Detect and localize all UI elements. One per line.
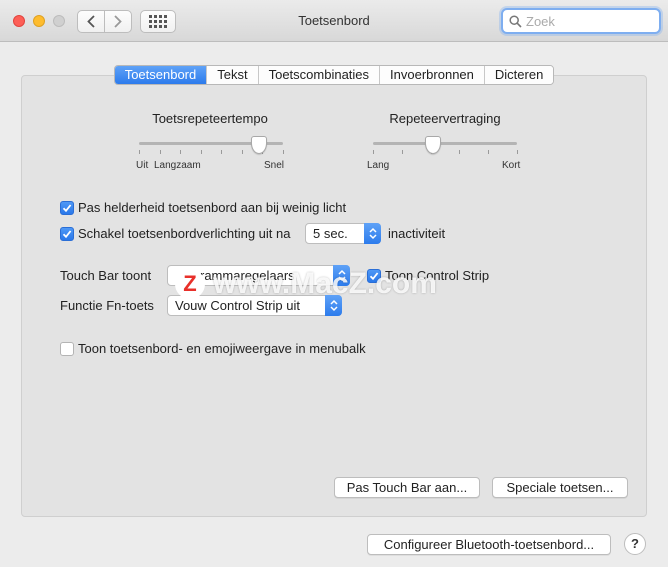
tab-invoerbronnen[interactable]: Invoerbronnen [379, 66, 484, 84]
brightness-checkbox[interactable] [60, 201, 74, 215]
touchbar-label: Touch Bar toont [60, 268, 152, 283]
repeat-delay-label-short: Kort [502, 160, 521, 171]
key-repeat-slider-thumb[interactable] [250, 136, 267, 154]
slider-tick [139, 150, 140, 154]
repeat-delay-label-long: Lang [367, 160, 390, 171]
slider-tick [283, 150, 284, 154]
slider-tick [200, 150, 202, 154]
backlight-label: Schakel toetsenbordverlichting uit na [78, 226, 291, 241]
watermark-logo-icon: Z [175, 269, 205, 299]
backlight-timeout-value: 5 sec. [313, 226, 348, 241]
slider-tick [401, 150, 403, 154]
slider-tick [180, 150, 182, 154]
tab-tekst[interactable]: Tekst [206, 66, 258, 84]
watermark: Z www.MacZ.com [175, 267, 437, 301]
customize-touchbar-button[interactable]: Pas Touch Bar aan... [334, 477, 480, 498]
key-repeat-label-slow: Langzaam [154, 160, 201, 171]
key-repeat-title: Toetsrepeteertempo [152, 111, 268, 126]
search-placeholder: Zoek [526, 13, 555, 29]
help-button[interactable]: ? [624, 533, 646, 555]
backlight-checkbox[interactable] [60, 227, 74, 241]
slider-tick [488, 150, 490, 154]
slider-tick [373, 150, 374, 154]
tab-toetsenbord[interactable]: Toetsenbord [114, 66, 207, 84]
slider-tick [459, 150, 461, 154]
slider-tick [241, 150, 243, 154]
tab-bar: Toetsenbord Tekst Toetscombinaties Invoe… [0, 65, 668, 85]
updown-arrows-icon [364, 223, 381, 244]
checkmark-icon [62, 230, 72, 239]
repeat-delay-title: Repeteervertraging [389, 111, 501, 126]
repeat-delay-track [373, 142, 517, 145]
checkmark-icon [62, 204, 72, 213]
key-repeat-label-off: Uit [136, 160, 149, 171]
title-bar: Toetsenbord Zoek [0, 0, 668, 42]
tab-toetscombinaties[interactable]: Toetscombinaties [257, 66, 380, 84]
tab-dicteren[interactable]: Dicteren [483, 66, 554, 84]
backlight-timeout-popup[interactable]: 5 sec. [305, 223, 381, 244]
special-keys-button[interactable]: Speciale toetsen... [492, 477, 628, 498]
menubar-viewer-label: Toon toetsenbord- en emojiweergave in me… [78, 341, 366, 356]
slider-tick [159, 150, 161, 154]
slider-tick [221, 150, 223, 154]
slider-tick [517, 150, 518, 154]
fn-key-label: Functie Fn-toets [60, 298, 154, 313]
bluetooth-keyboard-button[interactable]: Configureer Bluetooth-toetsenbord... [367, 534, 611, 555]
watermark-text: www.MacZ.com [213, 267, 437, 300]
key-repeat-label-fast: Snel [264, 160, 285, 171]
brightness-label: Pas helderheid toetsenbord aan bij weini… [78, 200, 347, 215]
search-icon [509, 14, 522, 28]
backlight-suffix: inactiviteit [388, 226, 446, 241]
menubar-viewer-checkbox[interactable] [60, 342, 74, 356]
search-field[interactable]: Zoek [501, 8, 661, 34]
